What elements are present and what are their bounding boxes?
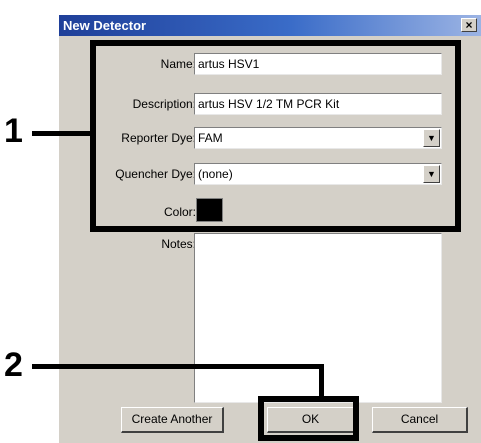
notes-textarea[interactable] — [194, 233, 442, 403]
close-icon: × — [465, 18, 473, 32]
title-bar: New Detector × — [59, 15, 481, 36]
notes-label: Notes: — [161, 237, 196, 251]
callout-number-1: 1 — [4, 112, 23, 150]
create-another-button[interactable]: Create Another — [121, 407, 224, 433]
highlight-box-1 — [90, 40, 461, 232]
highlight-box-2 — [258, 396, 359, 441]
close-button[interactable]: × — [461, 18, 477, 32]
callout-number-2: 2 — [4, 346, 23, 384]
cancel-button[interactable]: Cancel — [372, 407, 468, 433]
callout-line-2b — [319, 364, 324, 398]
callout-line-2a — [32, 364, 324, 369]
dialog-title: New Detector — [63, 18, 147, 33]
callout-line-1 — [32, 131, 92, 136]
